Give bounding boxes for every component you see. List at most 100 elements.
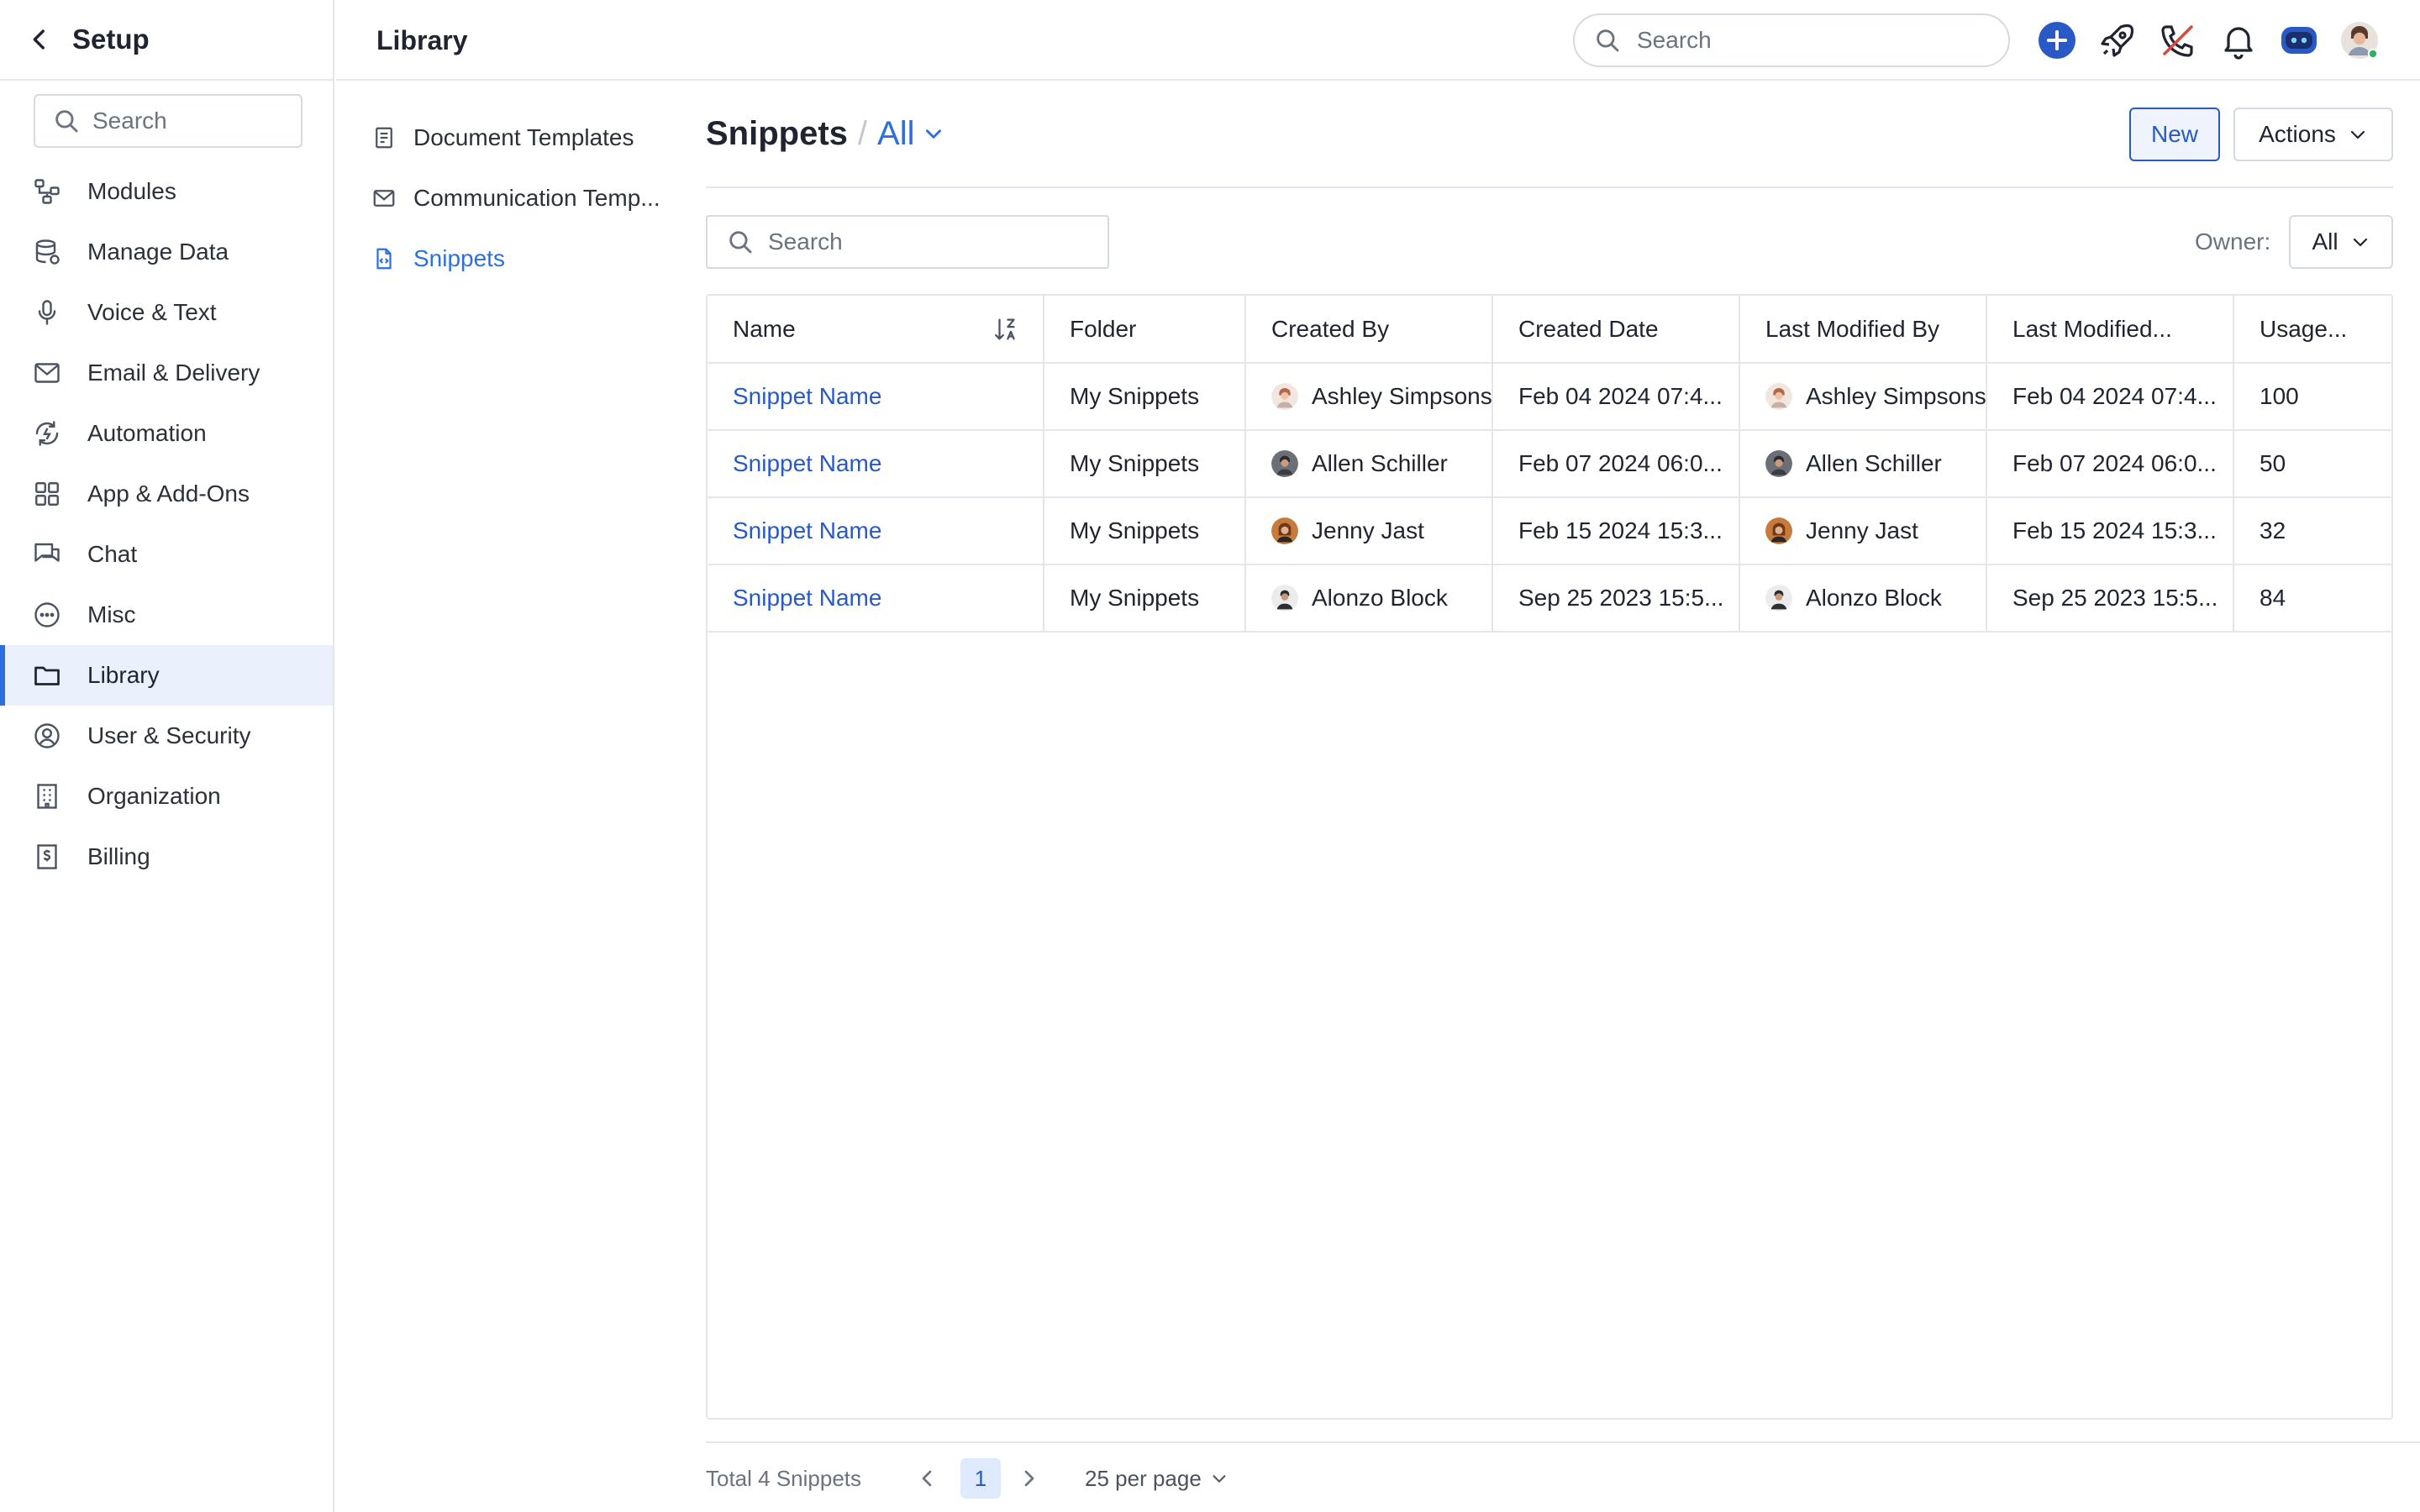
- column-header-last-modified[interactable]: Last Modified...: [1986, 296, 2234, 364]
- setup-search-box: [34, 94, 302, 148]
- setup-title: Setup: [72, 24, 150, 55]
- nav-item-billing[interactable]: Billing: [0, 827, 333, 887]
- table-row[interactable]: Snippet Name My Snippets Alonzo Block Se…: [708, 564, 2391, 633]
- usage-cell: 50: [2233, 430, 2391, 498]
- table-search-input[interactable]: [768, 228, 1104, 255]
- folder-cell: My Snippets: [1044, 497, 1246, 565]
- table-row[interactable]: Snippet Name My Snippets Jenny Jast Feb …: [708, 497, 2391, 565]
- subnav-item-snippets[interactable]: Snippets: [336, 228, 689, 289]
- table-search-box: [706, 215, 1109, 269]
- nav-item-label: App & Add-Ons: [87, 480, 250, 507]
- avatar: [1271, 383, 1298, 410]
- modified-by-name: Ashley Simpsons: [1806, 383, 1986, 409]
- avatar: [1765, 585, 1792, 612]
- chevron-down-icon: [926, 129, 942, 139]
- nav-item-chat[interactable]: Chat: [0, 524, 333, 585]
- created-date-cell: Feb 15 2024 15:3...: [1492, 497, 1740, 565]
- search-icon: [726, 228, 755, 256]
- nav-item-user-security[interactable]: User & Security: [0, 706, 333, 766]
- column-header-name[interactable]: Name: [708, 296, 1044, 364]
- mail-icon: [32, 358, 62, 388]
- modules-icon: [32, 176, 62, 207]
- per-page-select[interactable]: 25 per page: [1085, 1466, 1228, 1492]
- column-header-usage[interactable]: Usage...: [2233, 296, 2391, 364]
- snippets-table: Name Folder Created By Created Date Last…: [706, 294, 2393, 1420]
- nav-item-organization[interactable]: Organization: [0, 766, 333, 827]
- footer-divider: [706, 1441, 2420, 1443]
- nav-item-app-addons[interactable]: App & Add-Ons: [0, 464, 333, 524]
- search-icon: [52, 107, 81, 135]
- chevron-right-icon[interactable]: [1016, 1465, 1043, 1492]
- mail-icon: [371, 186, 397, 211]
- subnav-item-communication-templates[interactable]: Communication Temp...: [336, 168, 689, 228]
- subnav-item-document-templates[interactable]: Document Templates: [336, 108, 689, 168]
- nav-item-library[interactable]: Library: [0, 645, 333, 706]
- column-header-created-date[interactable]: Created Date: [1492, 296, 1740, 364]
- nav-item-label: Organization: [87, 783, 221, 809]
- setup-sidebar: Setup Modules Manage Data Voice & Text: [0, 0, 334, 1512]
- new-button[interactable]: New: [2129, 108, 2220, 161]
- nav-item-manage-data[interactable]: Manage Data: [0, 222, 333, 282]
- user-avatar[interactable]: [2339, 20, 2380, 60]
- nav-item-label: User & Security: [87, 722, 251, 748]
- chat-icon: [32, 539, 62, 570]
- heading-divider: [706, 186, 2393, 188]
- chevron-left-icon[interactable]: [913, 1465, 940, 1492]
- owner-filter-select[interactable]: All: [2289, 215, 2393, 269]
- owner-filter-value: All: [2312, 228, 2338, 255]
- table-row[interactable]: Snippet Name My Snippets Allen Schiller …: [708, 430, 2391, 498]
- column-header-folder[interactable]: Folder: [1044, 296, 1246, 364]
- nav-item-modules[interactable]: Modules: [0, 161, 333, 222]
- chevron-down-icon: [2353, 238, 2367, 247]
- nav-item-automation[interactable]: Automation: [0, 403, 333, 464]
- assistant-bot-icon[interactable]: [2279, 20, 2319, 60]
- avatar: [1271, 517, 1298, 544]
- modified-by-name: Allen Schiller: [1806, 450, 1942, 476]
- bell-icon[interactable]: [2218, 20, 2259, 60]
- building-icon: [32, 781, 62, 811]
- snippet-name-link[interactable]: Snippet Name: [733, 517, 881, 543]
- column-header-last-modified-by[interactable]: Last Modified By: [1739, 296, 1987, 364]
- sort-az-icon[interactable]: [992, 315, 1021, 344]
- avatar: [1765, 517, 1792, 544]
- usage-cell: 84: [2233, 564, 2391, 633]
- modified-date-cell: Sep 25 2023 15:5...: [1986, 564, 2234, 633]
- setup-search-input[interactable]: [92, 108, 286, 134]
- usage-cell: 32: [2233, 497, 2391, 565]
- subnav-item-label: Document Templates: [413, 124, 634, 150]
- snippet-name-link[interactable]: Snippet Name: [733, 585, 881, 611]
- document-icon: [371, 125, 397, 150]
- snippet-file-icon: [371, 246, 397, 271]
- nav-item-email-delivery[interactable]: Email & Delivery: [0, 343, 333, 403]
- nav-item-label: Library: [87, 662, 160, 688]
- add-plus-icon[interactable]: [2037, 20, 2077, 60]
- table-header-row: Name Folder Created By Created Date Last…: [708, 296, 2391, 364]
- column-header-label: Name: [733, 315, 796, 342]
- view-selector[interactable]: All: [877, 115, 944, 153]
- apps-grid-icon: [32, 479, 62, 509]
- page-number-button[interactable]: 1: [960, 1458, 1002, 1499]
- snippet-name-link[interactable]: Snippet Name: [733, 383, 881, 409]
- nav-item-voice-text[interactable]: Voice & Text: [0, 282, 333, 343]
- total-count: Total 4 Snippets: [706, 1465, 862, 1491]
- folder-icon: [32, 660, 62, 690]
- back-arrow-icon[interactable]: [25, 25, 54, 54]
- rocket-icon[interactable]: [2097, 20, 2138, 60]
- nav-item-misc[interactable]: Misc: [0, 585, 333, 645]
- actions-button[interactable]: Actions: [2233, 108, 2393, 161]
- subnav-item-label: Communication Temp...: [413, 185, 660, 211]
- created-date-cell: Feb 04 2024 07:4...: [1492, 363, 1740, 431]
- avatar: [1765, 450, 1792, 477]
- chevron-down-icon: [1213, 1475, 1226, 1483]
- snippet-name-link[interactable]: Snippet Name: [733, 450, 881, 476]
- global-search-input[interactable]: [1637, 27, 1973, 54]
- subnav-item-label: Snippets: [413, 245, 505, 271]
- modified-date-cell: Feb 07 2024 06:0...: [1986, 430, 2234, 498]
- phone-missed-icon[interactable]: [2158, 20, 2198, 60]
- column-header-created-by[interactable]: Created By: [1245, 296, 1493, 364]
- pagination-footer: Total 4 Snippets 1 25 per page: [706, 1458, 1228, 1499]
- user-circle-icon: [32, 721, 62, 751]
- database-icon: [32, 237, 62, 267]
- table-row[interactable]: Snippet Name My Snippets Ashley Simpsons…: [708, 363, 2391, 431]
- top-bar: Library: [336, 0, 2420, 81]
